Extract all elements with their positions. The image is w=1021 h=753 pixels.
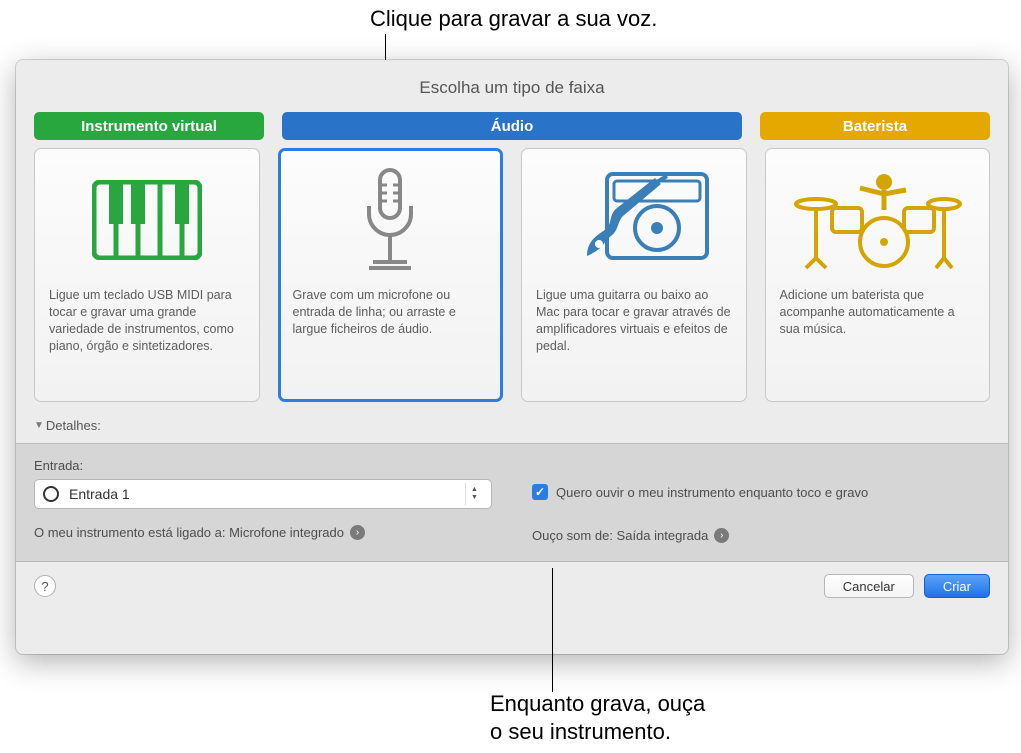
annotation-top: Clique para gravar a sua voz. <box>370 6 657 32</box>
tab-drummer[interactable]: Baterista <box>760 112 990 140</box>
card-mic-desc: Grave com um microfone ou entrada de lin… <box>293 287 489 338</box>
guitar-amp-icon <box>536 165 732 275</box>
tabs-row: Instrumento virtual Áudio Baterista <box>16 112 1008 148</box>
output-device-text: Ouço som de: Saída integrada <box>532 528 708 543</box>
input-select[interactable]: Entrada 1 ▲▼ <box>34 479 492 509</box>
chevron-right-icon: › <box>714 528 729 543</box>
annotation-bottom: Enquanto grava, ouça o seu instrumento. <box>490 690 705 745</box>
details-left-col: Entrada: Entrada 1 ▲▼ O meu instrumento … <box>34 458 492 543</box>
details-label: Detalhes: <box>46 418 101 433</box>
card-drummer-desc: Adicione um baterista que acompanhe auto… <box>780 287 976 338</box>
card-audio-guitar[interactable]: Ligue uma guitarra ou baixo ao Mac para … <box>521 148 747 402</box>
card-virtual-desc: Ligue um teclado USB MIDI para tocar e g… <box>49 287 245 355</box>
cancel-button[interactable]: Cancelar <box>824 574 914 598</box>
details-disclosure[interactable]: ▼ Detalhes: <box>16 414 1008 443</box>
input-channel-icon <box>43 486 59 502</box>
checkbox-checked-icon: ✓ <box>532 484 548 500</box>
help-icon: ? <box>41 579 48 594</box>
tab-virtual-instrument[interactable]: Instrumento virtual <box>34 112 264 140</box>
create-button[interactable]: Criar <box>924 574 990 598</box>
card-drummer[interactable]: Adicione um baterista que acompanhe auto… <box>765 148 991 402</box>
input-device-text: O meu instrumento está ligado a: Microfo… <box>34 525 344 540</box>
chevron-right-icon: › <box>350 525 365 540</box>
output-device-link[interactable]: Ouço som de: Saída integrada › <box>532 528 990 543</box>
input-label: Entrada: <box>34 458 492 473</box>
piano-keyboard-icon <box>49 165 245 275</box>
microphone-icon <box>293 165 489 275</box>
monitor-checkbox-row[interactable]: ✓ Quero ouvir o meu instrumento enquanto… <box>532 484 990 500</box>
annotation-bottom-line2: o seu instrumento. <box>490 719 671 744</box>
new-track-dialog: Escolha um tipo de faixa Instrumento vir… <box>16 60 1008 654</box>
callout-line-bottom <box>552 568 553 692</box>
card-audio-microphone[interactable]: Grave com um microfone ou entrada de lin… <box>278 148 504 402</box>
dialog-footer: ? Cancelar Criar <box>16 562 1008 610</box>
card-virtual-instrument[interactable]: Ligue um teclado USB MIDI para tocar e g… <box>34 148 260 402</box>
input-select-value: Entrada 1 <box>69 486 455 502</box>
monitor-checkbox-label: Quero ouvir o meu instrumento enquanto t… <box>556 485 868 500</box>
details-right-col: ✓ Quero ouvir o meu instrumento enquanto… <box>532 458 990 543</box>
tab-audio[interactable]: Áudio <box>282 112 742 140</box>
help-button[interactable]: ? <box>34 575 56 597</box>
input-device-link[interactable]: O meu instrumento está ligado a: Microfo… <box>34 525 492 540</box>
disclosure-triangle-icon: ▼ <box>34 420 44 431</box>
dialog-title: Escolha um tipo de faixa <box>16 60 1008 112</box>
card-guitar-desc: Ligue uma guitarra ou baixo ao Mac para … <box>536 287 732 355</box>
annotation-bottom-line1: Enquanto grava, ouça <box>490 691 705 716</box>
stepper-arrows-icon: ▲▼ <box>465 483 483 505</box>
cards-row: Ligue um teclado USB MIDI para tocar e g… <box>16 148 1008 414</box>
details-panel: Entrada: Entrada 1 ▲▼ O meu instrumento … <box>16 443 1008 562</box>
drummer-icon <box>780 165 976 275</box>
